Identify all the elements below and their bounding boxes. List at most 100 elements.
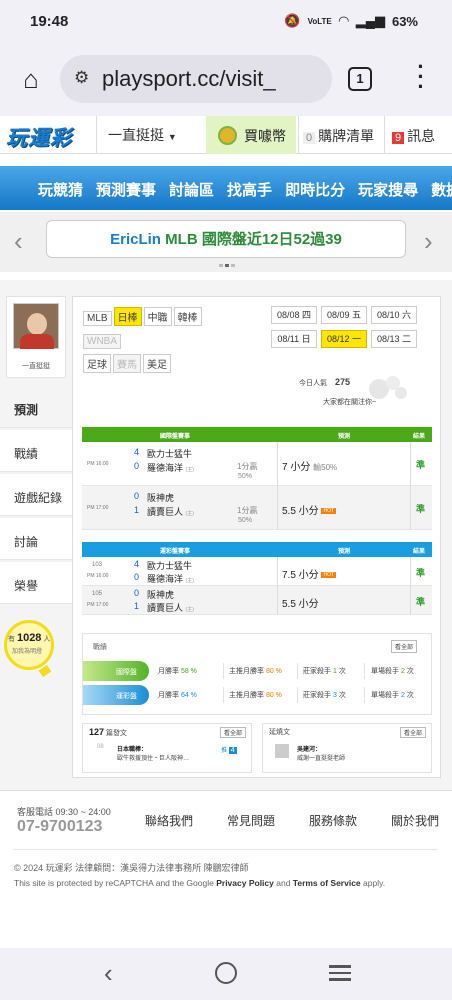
url-bar[interactable]: ⚙ playsport.cc/visit_ <box>60 55 332 103</box>
sidebar-tab-record[interactable]: 戰績 <box>0 430 72 472</box>
nav-item[interactable]: 找高手 <box>227 179 272 200</box>
league-chip-disabled: WNBA <box>83 334 121 349</box>
record-stats: 戰績 看全部 國際盤 月勝率 58 % 主推月勝率 80 % 莊家殺手 1 次 … <box>82 633 432 715</box>
clock: 19:48 <box>30 13 69 30</box>
volte-icon: VoLTE <box>307 16 332 26</box>
league-chip[interactable]: 美足 <box>143 354 171 373</box>
league-chip[interactable]: 中職 <box>143 307 172 326</box>
recaptcha-notice: This site is protected by reCAPTCHA and … <box>14 878 386 888</box>
more-menu-icon[interactable]: · · · <box>414 56 428 98</box>
table-header: 運彩盤賽事 預測 結果 <box>82 542 432 557</box>
date-chip[interactable]: 08/09 五 <box>321 306 367 324</box>
cart-count: 0 <box>303 132 316 144</box>
date-selector: 08/08 四 08/09 五 08/10 六 08/11 日 08/12 一 08/1… <box>271 305 433 353</box>
signal-icon: ▂▄▆ <box>355 13 385 28</box>
follower-count: 有 1028 人 <box>8 632 51 644</box>
nav-item[interactable]: 數據 <box>431 179 452 200</box>
table-row[interactable]: PM 16:00 4 歐力士猛牛 0 羅德海洋 (主) 1分贏 50% 7 小分 輸5… <box>82 442 432 486</box>
service-phone[interactable]: 07-9700123 <box>17 818 102 836</box>
banner-text: MLB 國際盤近12日52過39 <box>165 231 342 248</box>
sidebar-tab-discuss[interactable]: 討論 <box>0 518 72 560</box>
table-row[interactable]: 103 PM 16:00 4 歐力士猛牛 0 羅德海洋 (主) 7.5 小分 HOT … <box>82 557 432 586</box>
nav-item[interactable]: 預測賽事 <box>96 179 156 200</box>
mascot-illustration <box>369 376 407 399</box>
messages-label: 訊息 <box>407 128 436 144</box>
main-nav: 玩競猜 預測賽事 討論區 找高手 即時比分 玩家搜尋 數據 <box>0 166 452 210</box>
stats-row: 運彩盤 月勝率 64 % 主推月勝率 80 % 莊家殺手 3 次 單場殺手 2 … <box>83 684 431 706</box>
url-text[interactable]: playsport.cc/visit_ <box>102 66 324 92</box>
nav-item[interactable]: 即時比分 <box>285 179 345 200</box>
nav-item[interactable]: 玩競猜 <box>38 179 83 200</box>
intl-odds-table: 國際盤賽事 預測 結果 PM 16:00 4 歐力士猛牛 0 羅德海洋 (主) 1分… <box>82 427 432 530</box>
caret-down-icon: ▼ <box>167 132 177 142</box>
posts-panel: 127 篇發文 看全部 08 日本職棒： 歐牛救援頂住・巨人阪神… 推 4 <box>82 723 252 773</box>
privacy-link[interactable]: Privacy Policy <box>216 878 274 888</box>
avatar[interactable] <box>13 303 59 349</box>
terms-link[interactable]: Terms of Service <box>293 878 361 888</box>
chevron-left-icon[interactable]: ‹ <box>14 226 23 257</box>
league-chip[interactable]: 足球 <box>83 354 111 373</box>
system-nav-bar: ‹ <box>0 948 452 1000</box>
reply-item[interactable]: 吳建河： 威謝一直挺挺老師 <box>297 744 345 762</box>
hot-badge: HOT <box>321 572 337 579</box>
divider <box>298 116 299 154</box>
chevron-right-icon[interactable]: › <box>424 226 433 257</box>
league-filter: MLB 日棒 中職 韓棒 WNBA 足球 賽馬 美足 <box>83 307 213 378</box>
table-row[interactable]: 105 PM 17:00 0 阪神虎 1 讀賣巨人 (主) 5.5 小分 準 <box>82 586 432 615</box>
stats-title: 戰績 <box>93 644 107 651</box>
user-card[interactable]: 一直挺挺 <box>6 296 66 378</box>
today-views: 今日人氣 275 <box>299 377 351 387</box>
divider <box>14 849 438 850</box>
site-logo[interactable]: 玩運彩 <box>6 122 94 150</box>
sidebar-tab-honors[interactable]: 榮譽 <box>0 562 72 604</box>
home-button[interactable] <box>215 962 237 984</box>
league-chip[interactable]: 韓棒 <box>173 307 202 326</box>
post-item[interactable]: 日本職棒： 歐牛救援頂住・巨人阪神… <box>117 744 189 762</box>
sidebar-tabs: 預測 戰績 遊戲紀錄 討論 榮譽 <box>0 386 72 606</box>
back-icon[interactable]: ‹ <box>104 958 113 989</box>
hot-badge: HOT <box>321 508 337 515</box>
nav-item[interactable]: 玩家搜尋 <box>358 179 418 200</box>
divider <box>384 116 385 154</box>
date-chip-selected[interactable]: 08/12 一 <box>321 330 367 348</box>
view-all-button[interactable]: 看全部 <box>219 727 246 738</box>
cart-link[interactable]: 0 購牌清單 <box>303 126 374 146</box>
footer-link-faq[interactable]: 常見問題 <box>227 812 309 829</box>
user-menu-label: 一直挺挺 <box>108 127 164 143</box>
view-all-button[interactable]: 看全部 <box>391 640 418 653</box>
date-chip[interactable]: 08/11 日 <box>271 330 317 348</box>
table-row[interactable]: PM 17:00 0 阪神虎 1 讀賣巨人 (主) 1分贏 50% 5.5 小分 HO… <box>82 486 432 530</box>
buy-coins-button[interactable]: 買噱幣 <box>206 116 296 154</box>
browser-toolbar: ⌂ ⚙ playsport.cc/visit_ 1 · · · <box>0 44 452 116</box>
site-settings-icon[interactable]: ⚙ <box>74 68 89 88</box>
cart-label: 購牌清單 <box>318 128 375 144</box>
follow-cta: 加我為明燈 <box>12 649 43 655</box>
date-chip[interactable]: 08/08 四 <box>271 306 317 324</box>
footer-link-about[interactable]: 關於我們 <box>391 812 452 829</box>
home-icon[interactable]: ⌂ <box>16 64 46 94</box>
nav-item[interactable]: 討論區 <box>169 179 214 200</box>
date-chip[interactable]: 08/10 六 <box>371 306 417 324</box>
league-chip[interactable]: MLB <box>83 311 112 326</box>
follow-promo[interactable]: 有 1028 人 加我為明燈 <box>4 620 54 678</box>
prediction-card: MLB 日棒 中職 韓棒 WNBA 足球 賽馬 美足 08/08 四 08/09 五 08/10… <box>72 296 441 778</box>
tab-switcher-button[interactable]: 1 <box>348 67 372 91</box>
avatar[interactable] <box>275 744 289 758</box>
footer-link-contact[interactable]: 聯絡我們 <box>145 812 227 829</box>
recents-icon[interactable] <box>329 965 351 985</box>
league-chip-selected[interactable]: 日棒 <box>113 307 142 326</box>
banner-message[interactable]: EricLin MLB 國際盤近12日52過39 <box>46 220 406 258</box>
sidebar-tab-games[interactable]: 遊戲紀錄 <box>0 474 72 516</box>
messages-link[interactable]: 9 訊息 <box>392 126 435 146</box>
view-all-button[interactable]: 看全部 <box>399 727 426 738</box>
sidebar-tab-predict[interactable]: 預測 <box>0 386 72 428</box>
table-header: 國際盤賽事 預測 結果 <box>82 427 432 442</box>
replies-panel: 延燒文 看全部 吳建河： 威謝一直挺挺老師 <box>262 723 432 773</box>
league-chip-disabled: 賽馬 <box>113 354 141 373</box>
banner-pager <box>219 264 235 267</box>
message-count: 9 <box>392 132 405 144</box>
user-menu[interactable]: 一直挺挺 ▼ <box>108 125 177 145</box>
battery-text: 63% <box>391 13 418 29</box>
date-chip[interactable]: 08/13 二 <box>371 330 417 348</box>
footer-link-terms[interactable]: 服務條款 <box>309 812 391 829</box>
